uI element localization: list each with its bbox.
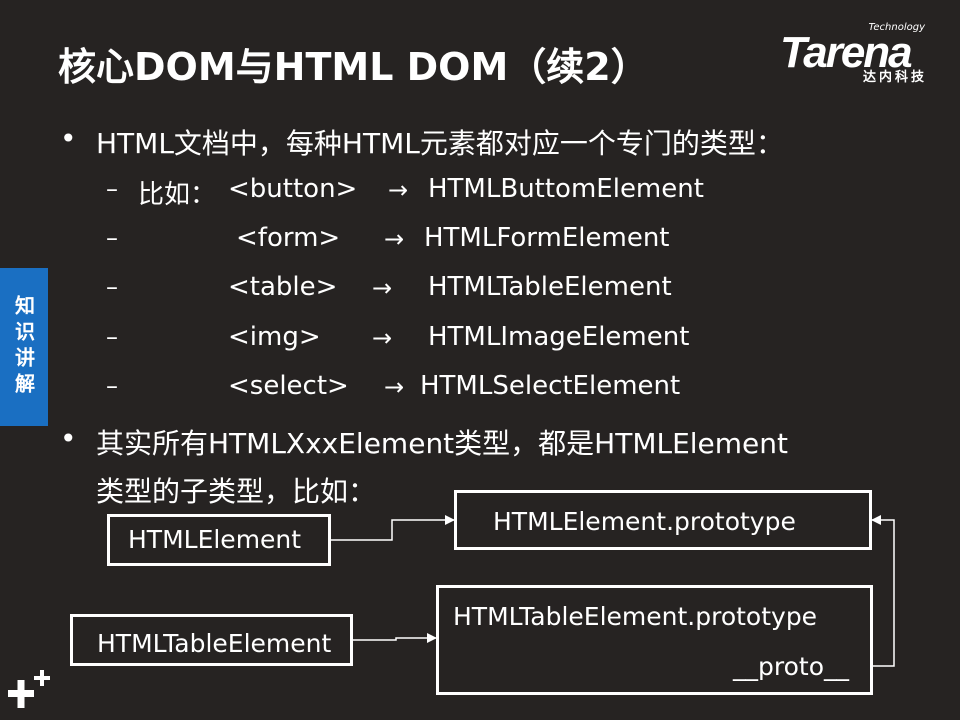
connector-table-to-prototype: [352, 633, 437, 643]
arrow-icon: →: [384, 373, 405, 401]
slide-title: 核心DOM与HTML DOM（续2）: [58, 45, 649, 89]
bullet-marker: •: [60, 122, 77, 155]
dash: –: [106, 273, 118, 301]
mapping-tag: <button>: [228, 174, 358, 204]
tarena-logo: Technology Tarena 达内科技: [780, 22, 945, 85]
arrow-icon: →: [372, 274, 393, 302]
bullet-2-text: 其实所有HTMLXxxElement类型，都是HTMLElement: [96, 427, 789, 460]
dash: –: [106, 175, 118, 203]
dash: –: [106, 224, 118, 252]
dash: –: [106, 323, 118, 351]
mapping-tag: <form>: [236, 223, 341, 253]
bullet-1-text: HTML文档中，每种HTML元素都对应一个专门的类型：: [96, 127, 784, 160]
arrow-icon: →: [388, 176, 409, 204]
mapping-prefix: 比如：: [138, 180, 217, 210]
mapping-type: HTMLFormElement: [424, 223, 670, 253]
mapping-type: HTMLImageElement: [428, 322, 690, 352]
side-tab: 知识讲解: [0, 268, 48, 426]
html-table-element-prototype-box: HTMLTableElement.prototype __proto__: [436, 585, 873, 695]
bullet-1: • HTML文档中，每种HTML元素都对应一个专门的类型：: [60, 122, 784, 162]
html-element-prototype-label: HTMLElement.prototype: [493, 507, 796, 536]
html-table-element-label: HTMLTableElement: [97, 629, 332, 658]
mapping-tag: <img>: [228, 322, 321, 352]
connector-element-to-prototype: [330, 515, 455, 541]
mapping-type: HTMLTableElement: [428, 272, 672, 302]
slide: 核心DOM与HTML DOM（续2） Technology Tarena 达内科…: [0, 0, 960, 720]
mapping-tag: <select>: [228, 371, 349, 401]
arrow-icon: →: [372, 324, 393, 352]
bullet-2-continued: 类型的子类型，比如：: [96, 475, 377, 508]
bullet-marker: •: [60, 422, 77, 455]
side-tab-label: 知识讲解: [11, 295, 36, 399]
html-table-element-prototype-label: HTMLTableElement.prototype: [453, 602, 818, 631]
plus-logo-icon: [8, 670, 50, 708]
dash: –: [106, 372, 118, 400]
proto-label: __proto__: [733, 652, 849, 681]
html-element-box: HTMLElement: [107, 514, 331, 566]
logo-sub: 达内科技: [862, 70, 927, 85]
mapping-tag: <table>: [228, 272, 338, 302]
html-table-element-box: HTMLTableElement: [70, 614, 353, 666]
html-element-label: HTMLElement: [128, 525, 302, 554]
bullet-2: • 其实所有HTMLXxxElement类型，都是HTMLElement: [60, 422, 789, 462]
arrow-icon: →: [384, 225, 405, 253]
html-element-prototype-box: HTMLElement.prototype: [454, 490, 872, 550]
mapping-type: HTMLButtomElement: [428, 174, 704, 204]
mapping-type: HTMLSelectElement: [420, 371, 681, 401]
